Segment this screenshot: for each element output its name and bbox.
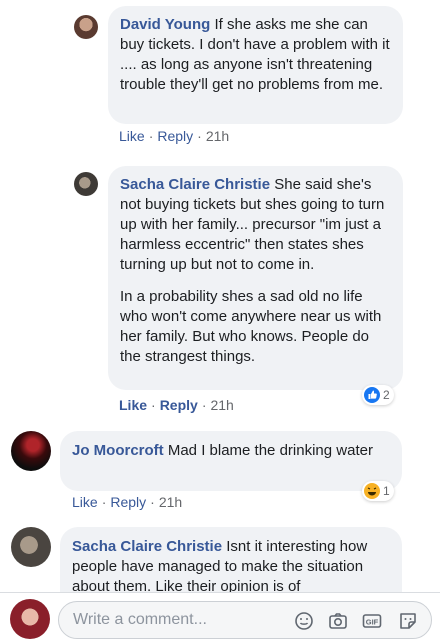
reply-link[interactable]: Reply xyxy=(157,128,193,144)
camera-icon[interactable] xyxy=(327,610,349,632)
sticker-icon[interactable] xyxy=(397,610,419,632)
comment-text-paragraph: In a probability shes a sad old no life … xyxy=(120,288,382,365)
avatar-david-young[interactable] xyxy=(74,15,98,39)
avatar-sacha-claire-christie[interactable] xyxy=(11,527,51,567)
comment-placeholder: Write a comment... xyxy=(73,611,207,628)
comment-bubble: David Young If she asks me she can buy t… xyxy=(108,6,403,124)
comment-time[interactable]: 21h xyxy=(210,397,233,413)
comment-time[interactable]: 21h xyxy=(159,494,182,510)
like-link[interactable]: Like xyxy=(119,397,147,413)
comment-author[interactable]: Sacha Claire Christie xyxy=(120,176,270,193)
comment-author[interactable]: Sacha Claire Christie xyxy=(72,538,222,555)
reaction-count-value: 2 xyxy=(383,388,390,402)
like-link[interactable]: Like xyxy=(72,494,98,510)
current-user-avatar[interactable] xyxy=(10,599,50,639)
emoji-icon[interactable] xyxy=(293,610,315,632)
reply-link[interactable]: Reply xyxy=(160,397,198,413)
comment-actions: Like · Reply · 21h xyxy=(119,128,230,144)
avatar-jo-moorcroft[interactable] xyxy=(11,431,51,471)
haha-reaction-icon xyxy=(364,483,380,499)
reply-link[interactable]: Reply xyxy=(110,494,146,510)
gif-icon[interactable]: GIF xyxy=(361,610,383,632)
avatar-sacha-claire-christie[interactable] xyxy=(74,172,98,196)
comment-actions: Like · Reply · 21h xyxy=(119,397,234,413)
comment-author[interactable]: Jo Moorcroft xyxy=(72,442,164,459)
like-link[interactable]: Like xyxy=(119,128,145,144)
reaction-count[interactable]: 1 xyxy=(362,481,394,501)
svg-text:GIF: GIF xyxy=(366,618,379,627)
comment-composer: Write a comment... GIF xyxy=(0,592,440,642)
comment-time[interactable]: 21h xyxy=(206,128,229,144)
comment-input[interactable]: Write a comment... GIF xyxy=(58,601,432,639)
comment-actions: Like · Reply · 21h xyxy=(72,494,183,510)
comment-bubble: Jo Moorcroft Mad I blame the drinking wa… xyxy=(60,431,402,491)
comment-author[interactable]: David Young xyxy=(120,16,210,33)
like-reaction-icon xyxy=(364,387,380,403)
reaction-count[interactable]: 2 xyxy=(362,385,394,405)
comment-bubble: Sacha Claire Christie She said she's not… xyxy=(108,166,403,390)
reaction-count-value: 1 xyxy=(383,484,390,498)
comment-text: Mad I blame the drinking water xyxy=(167,442,373,459)
